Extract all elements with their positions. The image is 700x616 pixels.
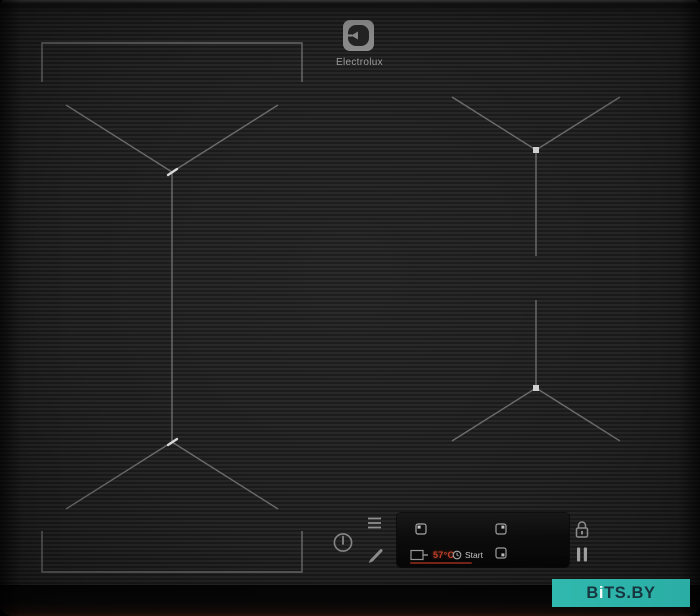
zone-square-dot-top-right-icon	[495, 523, 507, 535]
bracket-zone-bottom	[41, 531, 303, 573]
edit-button[interactable]	[366, 546, 385, 565]
start-label: Start	[465, 550, 483, 560]
zone-select-top-right-button[interactable]	[495, 523, 507, 535]
zone-square-dot-top-left-icon	[415, 523, 427, 535]
zone-center-dot-right-top	[533, 147, 539, 153]
zone-select-bottom-right-button[interactable]	[495, 547, 507, 559]
cooktop-top-edge	[0, 0, 700, 12]
power-icon	[333, 533, 353, 552]
bracket-zone-top	[41, 42, 303, 82]
pause-button[interactable]	[574, 546, 590, 563]
electrolux-emblem-icon	[342, 20, 374, 51]
zone-center-dot-right-bottom	[533, 385, 539, 391]
product-photo: Electrolux 57°C Start B i TS.BY	[0, 0, 700, 616]
watermark-bits-by: Bi TS.BY	[552, 579, 690, 607]
menu-button[interactable]	[366, 516, 383, 530]
active-zone-status: 57°C	[410, 548, 454, 561]
timer-clock-icon	[452, 550, 462, 560]
brand-logo: Electrolux	[336, 20, 383, 68]
touch-display[interactable]: 57°C Start	[397, 513, 569, 567]
pause-icon	[577, 547, 587, 562]
power-button[interactable]	[331, 530, 355, 554]
watermark-part3: TS.BY	[604, 583, 656, 602]
pencil-icon	[368, 549, 383, 563]
zone-select-top-left-button[interactable]	[415, 523, 427, 535]
cookware-icon	[410, 549, 428, 561]
selected-zone-underline	[410, 562, 472, 564]
menu-icon	[368, 517, 381, 529]
zone-square-dot-bottom-right-icon	[495, 547, 507, 559]
cooktop-surface: Electrolux 57°C Start	[0, 0, 700, 616]
brand-name: Electrolux	[336, 57, 383, 68]
zone-markings	[41, 42, 621, 573]
watermark-part1: B	[586, 583, 599, 602]
lock-icon	[575, 521, 589, 538]
lock-button[interactable]	[572, 519, 592, 540]
start-button[interactable]: Start	[452, 549, 483, 561]
